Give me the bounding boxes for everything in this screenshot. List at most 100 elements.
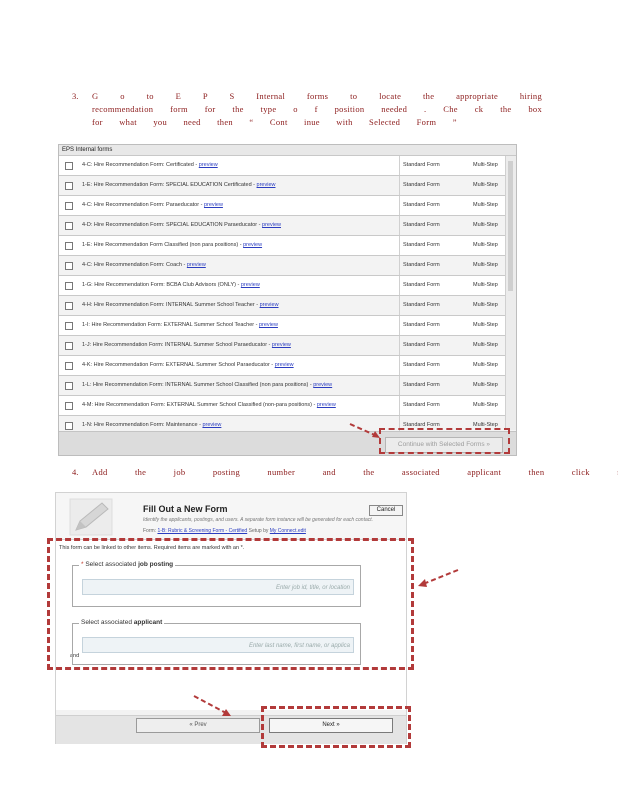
form-checkbox[interactable] (65, 322, 73, 330)
form-type: Standard Form (399, 316, 440, 335)
form-name: 1-J: Hire Recommendation Form: INTERNAL … (82, 336, 422, 355)
form-type: Standard Form (399, 236, 440, 255)
form-type: Standard Form (399, 216, 440, 235)
form-name-text: 4-D: Hire Recommendation Form: SPECIAL E… (82, 222, 261, 228)
preview-link[interactable]: preview (199, 162, 218, 168)
form-name-text: 1-G: Hire Recommendation Form: BCBA Club… (82, 282, 240, 288)
form-row[interactable]: 1-L: Hire Recommendation Form: INTERNAL … (59, 376, 505, 396)
cancel-button[interactable]: Cancel (369, 505, 403, 516)
form-checkbox[interactable] (65, 262, 73, 270)
preview-link[interactable]: preview (317, 402, 336, 408)
form-name: 4-K: Hire Recommendation Form: EXTERNAL … (82, 356, 422, 375)
preview-link[interactable]: preview (187, 262, 206, 268)
form-steps: Multi-Step (473, 322, 498, 328)
form-type: Standard Form (399, 356, 440, 375)
form-checkbox[interactable] (65, 242, 73, 250)
form-name-text: 4-H: Hire Recommendation Form: INTERNAL … (82, 302, 259, 308)
form-checkbox[interactable] (65, 162, 73, 170)
form-row[interactable]: 4-C: Hire Recommendation Form: Paraeduca… (59, 196, 505, 216)
form-name: 4-C: Hire Recommendation Form: Coach - p… (82, 256, 422, 275)
form-row[interactable]: 4-C: Hire Recommendation Form: Certifica… (59, 156, 505, 176)
prev-button[interactable]: « Prev (136, 718, 260, 733)
preview-link[interactable]: preview (243, 242, 262, 248)
form-checkbox[interactable] (65, 182, 73, 190)
form-checkbox[interactable] (65, 282, 73, 290)
form-steps: Multi-Step (473, 342, 498, 348)
form-user-link[interactable]: My Connect.edit (270, 528, 306, 534)
eps-internal-forms-panel: EPS Internal forms 4-C: Hire Recommendat… (58, 144, 517, 456)
form-checkbox[interactable] (65, 402, 73, 410)
form-type: Standard Form (399, 336, 440, 355)
form-name: 4-D: Hire Recommendation Form: SPECIAL E… (82, 216, 422, 235)
preview-link[interactable]: preview (275, 362, 294, 368)
forms-scrollbar[interactable] (505, 156, 516, 430)
form-name: 1-L: Hire Recommendation Form: INTERNAL … (82, 376, 422, 395)
form-row[interactable]: 1-J: Hire Recommendation Form: INTERNAL … (59, 336, 505, 356)
form-checkbox[interactable] (65, 302, 73, 310)
form-row[interactable]: 4-D: Hire Recommendation Form: SPECIAL E… (59, 216, 505, 236)
preview-link[interactable]: preview (257, 182, 276, 188)
form-name-text: 4-C: Hire Recommendation Form: Certifica… (82, 162, 198, 168)
form-checkbox[interactable] (65, 202, 73, 210)
step-text: G o to E P S Internal forms to locate th… (92, 91, 542, 127)
form-checkbox[interactable] (65, 382, 73, 390)
form-steps: Multi-Step (473, 362, 498, 368)
form-row[interactable]: 1-E: Hire Recommendation Form Classified… (59, 236, 505, 256)
continue-button-highlight (379, 428, 510, 454)
form-type: Standard Form (399, 156, 440, 175)
forms-list: 4-C: Hire Recommendation Form: Certifica… (59, 156, 505, 436)
form-steps: Multi-Step (473, 302, 498, 308)
preview-link[interactable]: preview (260, 302, 279, 308)
form-title: Fill Out a New Form (143, 504, 228, 514)
form-info-line: Form: 1-B: Rubric & Screening Form - Cer… (143, 528, 306, 534)
form-steps: Multi-Step (473, 382, 498, 388)
form-subtitle: Identify the applicants, postings, and u… (143, 517, 374, 523)
step-number: 3. (72, 91, 79, 101)
form-type: Standard Form (399, 256, 440, 275)
preview-link[interactable]: preview (272, 342, 291, 348)
form-row[interactable]: 1-G: Hire Recommendation Form: BCBA Club… (59, 276, 505, 296)
form-name-text: 4-M: Hire Recommendation Form: EXTERNAL … (82, 402, 316, 408)
form-checkbox[interactable] (65, 362, 73, 370)
form-suffix: Setup by (248, 528, 269, 534)
form-type: Standard Form (399, 396, 440, 415)
form-checkbox[interactable] (65, 422, 73, 430)
preview-link[interactable]: preview (241, 282, 260, 288)
form-name: 1-E: Hire Recommendation Form Classified… (82, 236, 422, 255)
fields-highlight (47, 538, 414, 670)
form-name-text: 1-E: Hire Recommendation Form Classified… (82, 242, 242, 248)
form-steps: Multi-Step (473, 262, 498, 268)
form-name-text: 1-L: Hire Recommendation Form: INTERNAL … (82, 382, 312, 388)
form-row[interactable]: 4-M: Hire Recommendation Form: EXTERNAL … (59, 396, 505, 416)
form-link[interactable]: 1-B: Rubric & Screening Form - Certified (157, 528, 247, 534)
form-steps: Multi-Step (473, 402, 498, 408)
form-steps: Multi-Step (473, 202, 498, 208)
form-type: Standard Form (399, 276, 440, 295)
form-name: 4-M: Hire Recommendation Form: EXTERNAL … (82, 396, 422, 415)
form-type: Standard Form (399, 376, 440, 395)
form-steps: Multi-Step (473, 282, 498, 288)
forms-panel-header: EPS Internal forms (59, 145, 516, 156)
form-checkbox[interactable] (65, 222, 73, 230)
form-row[interactable]: 4-C: Hire Recommendation Form: Coach - p… (59, 256, 505, 276)
step-text: Add the job posting number and the assoc… (92, 467, 618, 477)
form-row[interactable]: 1-I: Hire Recommendation Form: EXTERNAL … (59, 316, 505, 336)
form-name-text: 4-C: Hire Recommendation Form: Paraeduca… (82, 202, 203, 208)
preview-link[interactable]: preview (202, 422, 221, 428)
form-name-text: 4-K: Hire Recommendation Form: EXTERNAL … (82, 362, 274, 368)
form-name: 1-G: Hire Recommendation Form: BCBA Club… (82, 276, 422, 295)
preview-link[interactable]: preview (204, 202, 223, 208)
form-checkbox[interactable] (65, 342, 73, 350)
preview-link[interactable]: preview (259, 322, 278, 328)
form-prefix: Form: (143, 528, 157, 534)
form-row[interactable]: 1-E: Hire Recommendation Form: SPECIAL E… (59, 176, 505, 196)
form-name: 1-E: Hire Recommendation Form: SPECIAL E… (82, 176, 422, 195)
preview-link[interactable]: preview (313, 382, 332, 388)
next-button-highlight (261, 706, 411, 748)
step-number: 4. (72, 467, 79, 477)
preview-link[interactable]: preview (262, 222, 281, 228)
form-row[interactable]: 4-K: Hire Recommendation Form: EXTERNAL … (59, 356, 505, 376)
form-type: Standard Form (399, 176, 440, 195)
scrollbar-thumb[interactable] (508, 161, 513, 291)
form-row[interactable]: 4-H: Hire Recommendation Form: INTERNAL … (59, 296, 505, 316)
